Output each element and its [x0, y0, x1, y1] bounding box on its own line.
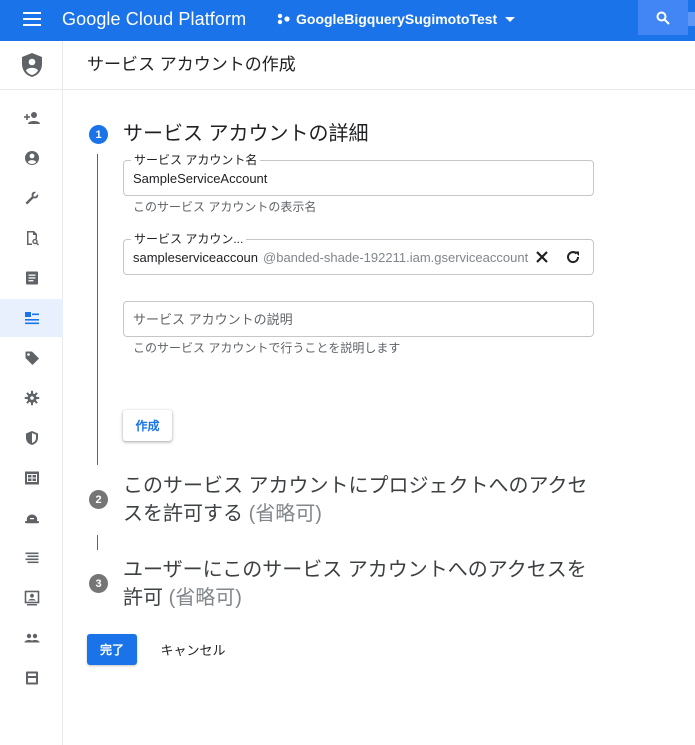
cancel-button[interactable]: キャンセル: [152, 634, 234, 665]
step-2-title-line2: スを許可する: [123, 503, 243, 525]
grid-box-icon: [24, 471, 39, 485]
wrench-icon: [25, 191, 38, 205]
overflow-edge: [688, 12, 695, 26]
rail-item-groups[interactable]: [0, 619, 63, 657]
account-circle-icon: [24, 151, 39, 165]
service-account-name-value[interactable]: SampleServiceAccount: [133, 171, 267, 187]
top-app-bar: Google Cloud Platform GoogleBigquerySugi…: [0, 0, 695, 41]
rail-header: [0, 41, 63, 90]
service-accounts-icon: [24, 312, 39, 325]
step-3-title-line1: ユーザーにこのサービス アカウントへのアクセスを: [123, 559, 587, 581]
step-2-number: 2: [89, 490, 108, 509]
service-account-name-label: サービス アカウント名: [131, 153, 261, 167]
menu-icon[interactable]: [23, 12, 41, 26]
rail-item-members[interactable]: [0, 99, 63, 137]
step-3-title[interactable]: ユーザーにこのサービス アカウントへのアクセスを 許可 (省略可): [123, 556, 587, 612]
shield-account-icon: [21, 53, 42, 77]
gear-icon: [24, 390, 39, 406]
rail-item-org-policies[interactable]: [0, 459, 63, 497]
step-2-optional: (省略可): [248, 503, 322, 525]
service-account-id-value[interactable]: sampleserviceaccoun @banded-shade-192211.…: [133, 250, 528, 266]
project-name: GoogleBigquerySugimotoTest: [296, 11, 498, 27]
list-lines-icon: [25, 552, 38, 564]
rail-item-identity[interactable]: [0, 139, 63, 177]
rail-item-roles[interactable]: [0, 579, 63, 617]
rail-item-tools[interactable]: [0, 179, 63, 217]
regenerate-id-button[interactable]: [563, 247, 583, 267]
search-icon: [656, 11, 670, 25]
rail-item-logs[interactable]: [0, 259, 63, 297]
service-account-name-field[interactable]: サービス アカウント名 SampleServiceAccount: [123, 153, 594, 196]
step-2-title-line2-wrap: スを許可する (省略可): [123, 500, 588, 528]
rail-item-labels[interactable]: [0, 339, 63, 377]
service-account-description-field[interactable]: サービス アカウントの説明: [123, 301, 594, 337]
service-account-id-text[interactable]: sampleserviceaccoun: [133, 250, 258, 265]
page-title: サービス アカウントの作成: [87, 55, 296, 74]
step-1-number: 1: [89, 125, 108, 144]
document-search-icon: [26, 231, 39, 246]
cloud-hat-icon: [24, 514, 39, 524]
close-icon: [536, 251, 548, 263]
step-2-connector: [97, 535, 98, 550]
list-box-icon: [25, 271, 38, 285]
tag-icon: [25, 351, 39, 365]
search-button[interactable]: [638, 0, 688, 35]
service-account-id-label: サービス アカウン...: [131, 232, 247, 246]
done-button[interactable]: 完了: [87, 634, 137, 665]
step-3-optional: (省略可): [168, 587, 242, 609]
project-dots-icon: [277, 13, 290, 25]
rail-item-settings[interactable]: [0, 379, 63, 417]
step-1-title[interactable]: サービス アカウントの詳細: [123, 120, 369, 148]
person-card-icon: [24, 590, 39, 606]
page-header: サービス アカウントの作成: [63, 41, 695, 90]
rail-item-service-accounts[interactable]: [0, 299, 63, 337]
service-account-id-field[interactable]: サービス アカウン... sampleserviceaccoun @banded-…: [123, 232, 594, 275]
shield-icon: [25, 431, 38, 445]
rail-item-audit[interactable]: [0, 219, 63, 257]
clear-id-button[interactable]: [532, 247, 552, 267]
refresh-icon: [567, 251, 580, 264]
project-selector[interactable]: GoogleBigquerySugimotoTest: [277, 8, 516, 30]
service-account-description-hint: このサービス アカウントで行うことを説明します: [133, 341, 401, 355]
step-3-title-line2-wrap: 許可 (省略可): [123, 584, 587, 612]
step-2-title-line1: このサービス アカウントにプロジェクトへのアクセ: [123, 475, 588, 497]
service-account-id-domain: @banded-shade-192211.iam.gserviceaccount: [263, 250, 529, 265]
service-account-name-hint: このサービス アカウントの表示名: [133, 200, 317, 214]
dropdown-caret-icon: [505, 16, 516, 22]
rail-item-billing[interactable]: [0, 659, 63, 697]
calculator-icon: [25, 671, 38, 685]
step-3-title-line2: 許可: [123, 587, 163, 609]
step-2-title[interactable]: このサービス アカウントにプロジェクトへのアクセ スを許可する (省略可): [123, 472, 588, 528]
rail-item-quotas[interactable]: [0, 539, 63, 577]
person-add-icon: [23, 112, 40, 124]
create-button[interactable]: 作成: [123, 410, 172, 441]
step-1-connector: [97, 154, 98, 465]
step-3-number: 3: [89, 574, 108, 593]
group-icon: [24, 633, 39, 643]
brand-title[interactable]: Google Cloud Platform: [62, 8, 246, 30]
left-nav-rail: [0, 41, 63, 745]
rail-item-security[interactable]: [0, 419, 63, 457]
rail-item-identity-aware[interactable]: [0, 499, 63, 537]
service-account-description-placeholder: サービス アカウントの説明: [133, 312, 293, 327]
